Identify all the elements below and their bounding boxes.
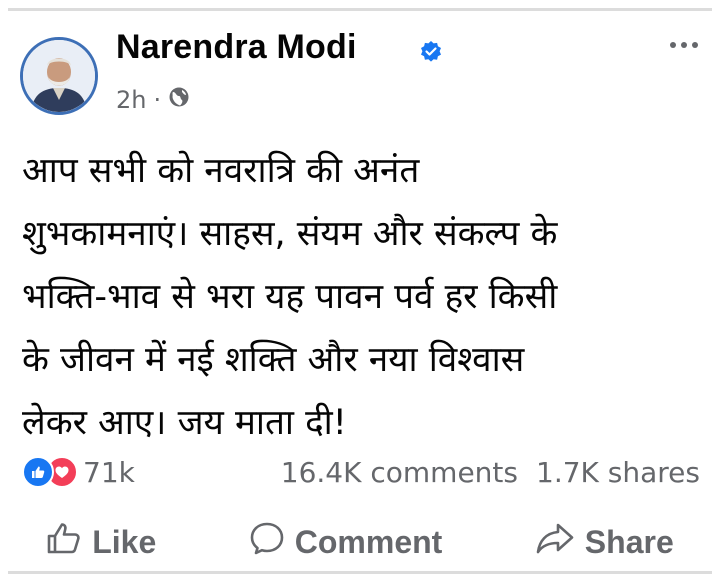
post-text: आप सभी को नवरात्रि की अनंत शुभकामनाएं। स… (22, 151, 558, 443)
comments-count[interactable]: 16.4K comments (281, 456, 518, 489)
author-name[interactable]: Narendra Modi (116, 28, 357, 67)
share-label: Share (584, 523, 674, 560)
share-arrow-icon (535, 521, 575, 563)
comment-label: Comment (294, 523, 443, 560)
reactions-summary[interactable]: 71k (22, 456, 135, 489)
timestamp[interactable]: 2h (116, 86, 146, 114)
like-button[interactable]: Like (46, 521, 156, 563)
reactions-count: 71k (83, 455, 135, 489)
shares-count[interactable]: 1.7K shares (536, 456, 700, 489)
profile-photo (23, 40, 95, 112)
like-label: Like (92, 523, 157, 560)
post-actions: Like Comment Share (0, 518, 720, 566)
more-options-icon[interactable] (670, 42, 698, 48)
dot (681, 42, 687, 48)
dot (670, 42, 676, 48)
comment-bubble-icon (249, 521, 285, 563)
post-stats: 71k 16.4K comments 1.7K shares (22, 452, 700, 492)
comment-button[interactable]: Comment (249, 521, 443, 563)
globe-icon (168, 86, 190, 114)
meta-separator: · (153, 86, 162, 114)
post-meta: 2h · (116, 86, 190, 114)
thumbs-up-icon (46, 521, 82, 563)
like-reaction-icon (22, 456, 54, 488)
share-button[interactable]: Share (535, 521, 674, 563)
verified-badge-icon (419, 40, 443, 68)
dot (692, 42, 698, 48)
avatar[interactable] (20, 37, 98, 115)
